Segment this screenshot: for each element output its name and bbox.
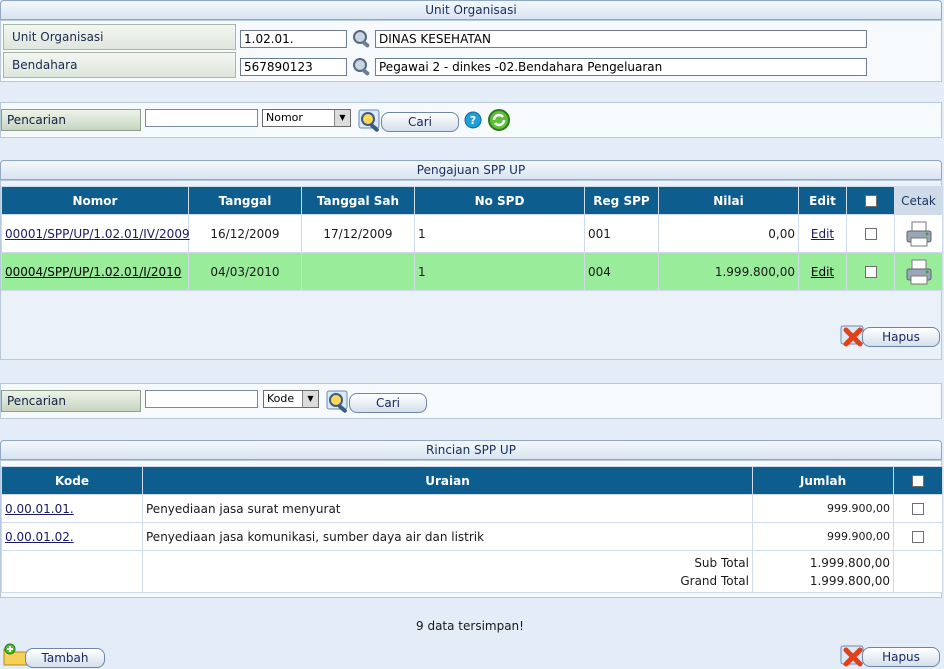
row-tanggal: 16/12/2009 xyxy=(188,214,302,253)
col-select-all xyxy=(893,466,943,495)
bendahara-name-field[interactable]: Pegawai 2 - dinkes -02.Bendahara Pengelu… xyxy=(375,58,867,76)
grandtotal-label: Grand Total xyxy=(680,573,749,588)
col-reg-spp[interactable]: Reg SPP xyxy=(584,186,659,215)
search1-select[interactable]: Nomor ▼ xyxy=(262,109,351,127)
row-tanggal: 04/03/2010 xyxy=(188,252,302,291)
table-row: 0.00.01.02. Penyediaan jasa komunikasi, … xyxy=(1,522,943,551)
search1-label: Pencarian xyxy=(1,109,141,131)
search1-input[interactable] xyxy=(145,109,258,127)
tambah-button[interactable]: Tambah xyxy=(25,648,105,668)
col-jumlah[interactable]: Jumlah xyxy=(752,466,894,495)
status-message: 9 data tersimpan! xyxy=(416,619,524,633)
spp-hapus-button[interactable]: Hapus xyxy=(862,327,940,347)
kode-link[interactable]: 0.00.01.01. xyxy=(5,502,74,516)
col-tanggal[interactable]: Tanggal xyxy=(188,186,302,215)
bendahara-lookup-magnifier-icon[interactable] xyxy=(350,56,374,78)
col-select-all xyxy=(846,186,895,215)
select-all-checkbox[interactable] xyxy=(864,195,877,207)
unit-name-field[interactable]: DINAS KESEHATAN xyxy=(375,30,867,48)
search2-select[interactable]: Kode ▼ xyxy=(263,390,319,408)
search2-panel xyxy=(0,383,942,419)
row-uraian: Penyediaan jasa komunikasi, sumber daya … xyxy=(142,522,753,551)
spp-table-header: Nomor Tanggal Tanggal Sah No SPD Reg SPP… xyxy=(1,186,943,215)
search1-cari-button[interactable]: Cari xyxy=(381,112,459,132)
table-row: 00004/SPP/UP/1.02.01/I/2010 04/03/2010 1… xyxy=(1,252,943,291)
row-cetak xyxy=(894,252,943,291)
row-checkbox[interactable] xyxy=(864,228,877,240)
edit-link[interactable]: Edit xyxy=(811,227,834,241)
row-no-spd: 1 xyxy=(414,214,585,253)
bendahara-code-field[interactable]: 567890123 xyxy=(240,58,347,76)
unit-lookup-magnifier-icon[interactable] xyxy=(350,28,374,50)
select-all-checkbox[interactable] xyxy=(912,475,924,487)
kode-link[interactable]: 0.00.01.02. xyxy=(5,530,74,544)
row-nilai: 0,00 xyxy=(658,214,799,253)
unit-organisasi-label: Unit Organisasi xyxy=(3,24,236,50)
footer-hapus-button[interactable]: Hapus xyxy=(862,647,940,667)
totals-values: 1.999.800,00 1.999.800,00 xyxy=(752,550,894,593)
chevron-down-icon: ▼ xyxy=(334,110,350,126)
col-no-spd[interactable]: No SPD xyxy=(414,186,585,215)
row-jumlah: 999.900,00 xyxy=(752,494,894,523)
subtotal-label: Sub Total xyxy=(694,555,749,570)
totals-row: Sub Total Grand Total 1.999.800,00 1.999… xyxy=(1,550,943,593)
totals-labels: Sub Total Grand Total xyxy=(142,550,753,593)
row-select xyxy=(846,252,895,291)
row-no-spd: 1 xyxy=(414,252,585,291)
spp-table: Nomor Tanggal Tanggal Sah No SPD Reg SPP… xyxy=(1,186,943,291)
col-tanggal-sah[interactable]: Tanggal Sah xyxy=(301,186,415,215)
row-tanggal-sah xyxy=(301,252,415,291)
edit-link[interactable]: Edit xyxy=(811,265,834,279)
col-edit: Edit xyxy=(798,186,847,215)
col-nomor[interactable]: Nomor xyxy=(1,186,189,215)
bendahara-label: Bendahara xyxy=(3,52,236,78)
row-nilai: 1.999.800,00 xyxy=(658,252,799,291)
col-kode[interactable]: Kode xyxy=(1,466,143,495)
refresh-icon[interactable] xyxy=(486,107,512,133)
nomor-link[interactable]: 00001/SPP/UP/1.02.01/IV/2009 xyxy=(5,227,190,241)
row-nomor: 00001/SPP/UP/1.02.01/IV/2009 xyxy=(1,214,190,253)
row-select xyxy=(893,494,943,523)
row-select xyxy=(846,214,895,253)
search2-cari-button[interactable]: Cari xyxy=(349,393,427,413)
printer-icon[interactable] xyxy=(904,257,934,287)
search2-label: Pencarian xyxy=(1,390,141,412)
row-edit: Edit xyxy=(798,252,847,291)
row-nomor: 00004/SPP/UP/1.02.01/I/2010 xyxy=(1,252,189,291)
row-jumlah: 999.900,00 xyxy=(752,522,894,551)
unit-section-title: Unit Organisasi xyxy=(0,0,942,20)
help-icon[interactable]: ? xyxy=(464,111,482,129)
subtotal-value: 1.999.800,00 xyxy=(809,555,890,570)
row-reg-spp: 004 xyxy=(584,252,659,291)
search1-select-value: Nomor xyxy=(266,111,303,124)
rincian-section-title: Rincian SPP UP xyxy=(0,440,942,460)
col-cetak: Cetak xyxy=(894,186,943,215)
search2-select-value: Kode xyxy=(267,392,295,405)
table-row: 00001/SPP/UP/1.02.01/IV/2009 16/12/2009 … xyxy=(1,214,943,253)
row-checkbox[interactable] xyxy=(912,503,924,515)
grandtotal-value: 1.999.800,00 xyxy=(809,573,890,588)
row-tanggal-sah: 17/12/2009 xyxy=(301,214,415,253)
spp-section-title: Pengajuan SPP UP xyxy=(0,160,942,180)
rincian-table-header: Kode Uraian Jumlah xyxy=(1,466,943,495)
row-uraian: Penyediaan jasa surat menyurat xyxy=(142,494,753,523)
printer-icon[interactable] xyxy=(904,219,934,249)
row-kode: 0.00.01.01. xyxy=(1,494,143,523)
row-edit: Edit xyxy=(798,214,847,253)
rincian-table: Kode Uraian Jumlah 0.00.01.01. Penyediaa… xyxy=(1,466,943,593)
svg-text:?: ? xyxy=(470,114,476,127)
col-uraian[interactable]: Uraian xyxy=(142,466,753,495)
unit-code-field[interactable]: 1.02.01. xyxy=(240,30,347,48)
row-kode: 0.00.01.02. xyxy=(1,522,143,551)
row-cetak xyxy=(894,214,943,253)
row-checkbox[interactable] xyxy=(864,266,877,278)
search2-input[interactable] xyxy=(145,390,258,408)
row-reg-spp: 001 xyxy=(584,214,659,253)
row-checkbox[interactable] xyxy=(912,531,924,543)
col-nilai[interactable]: Nilai xyxy=(658,186,799,215)
row-select xyxy=(893,522,943,551)
table-row: 0.00.01.01. Penyediaan jasa surat menyur… xyxy=(1,494,943,523)
nomor-link[interactable]: 00004/SPP/UP/1.02.01/I/2010 xyxy=(5,265,181,279)
chevron-down-icon: ▼ xyxy=(302,391,318,407)
